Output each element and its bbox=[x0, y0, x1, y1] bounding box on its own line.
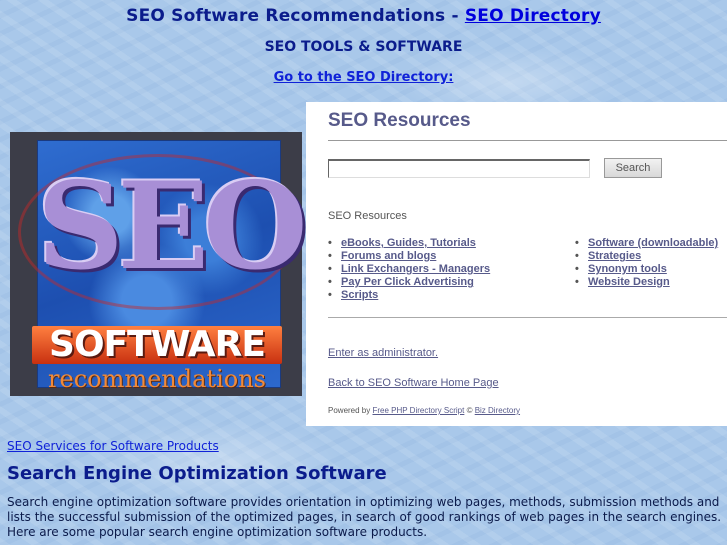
php-directory-script-link[interactable]: Free PHP Directory Script bbox=[372, 406, 464, 415]
list-item: Scripts bbox=[328, 289, 490, 302]
logo-software-text: SOFTWARE bbox=[49, 324, 266, 365]
site-title: SEO Software Recommendations - SEO Direc… bbox=[0, 6, 727, 26]
powered-prefix: Powered by bbox=[328, 406, 373, 415]
list-item: Link Exchangers - Managers bbox=[328, 263, 490, 276]
logo-seo-text: SEO bbox=[37, 156, 308, 297]
list-item: Software (downloadable) bbox=[575, 237, 718, 250]
category-list-right: Software (downloadable) Strategies Synon… bbox=[575, 237, 718, 289]
powered-by: Powered by Free PHP Directory Script © B… bbox=[328, 406, 520, 415]
list-item: Synonym tools bbox=[575, 263, 718, 276]
category-list-left: eBooks, Guides, Tutorials Forums and blo… bbox=[328, 237, 490, 302]
category-link-forums[interactable]: Forums and blogs bbox=[341, 250, 436, 262]
services-link-container: SEO Services for Software Products bbox=[7, 439, 219, 453]
category-link-software[interactable]: Software (downloadable) bbox=[588, 237, 718, 249]
panel-divider-2 bbox=[328, 317, 727, 318]
list-item: Pay Per Click Advertising bbox=[328, 276, 490, 289]
list-item: Strategies bbox=[575, 250, 718, 263]
list-item: Website Design bbox=[575, 276, 718, 289]
section-heading: Search Engine Optimization Software bbox=[7, 463, 387, 484]
page-subtitle: SEO TOOLS & SOFTWARE bbox=[264, 39, 463, 55]
category-link-ppc[interactable]: Pay Per Click Advertising bbox=[341, 276, 474, 288]
list-item: eBooks, Guides, Tutorials bbox=[328, 237, 490, 250]
seo-resources-panel: SEO Resources Search SEO Resources eBook… bbox=[306, 102, 727, 426]
category-link-synonym-tools[interactable]: Synonym tools bbox=[588, 263, 667, 275]
search-input[interactable] bbox=[328, 159, 590, 178]
seo-software-logo: SEO SOFTWARE recommendations bbox=[10, 132, 308, 396]
home-link[interactable]: Back to SEO Software Home Page bbox=[328, 377, 499, 389]
admin-link[interactable]: Enter as administrator. bbox=[328, 347, 438, 359]
section-label: SEO Resources bbox=[328, 210, 407, 222]
seo-directory-link[interactable]: SEO Directory bbox=[465, 6, 601, 26]
goto-directory-link[interactable]: Go to the SEO Directory: bbox=[274, 70, 454, 85]
category-link-strategies[interactable]: Strategies bbox=[588, 250, 641, 262]
panel-divider bbox=[328, 140, 727, 141]
intro-paragraph: Search engine optimization software prov… bbox=[7, 495, 722, 539]
category-link-scripts[interactable]: Scripts bbox=[341, 289, 378, 301]
seo-services-link[interactable]: SEO Services for Software Products bbox=[7, 439, 219, 453]
search-button[interactable]: Search bbox=[604, 158, 662, 178]
category-link-website-design[interactable]: Website Design bbox=[588, 276, 670, 288]
site-title-text: SEO Software Recommendations - bbox=[126, 6, 465, 26]
biz-directory-link[interactable]: Biz Directory bbox=[475, 406, 520, 415]
admin-link-container: Enter as administrator. bbox=[328, 347, 438, 359]
category-link-ebooks[interactable]: eBooks, Guides, Tutorials bbox=[341, 237, 476, 249]
panel-title: SEO Resources bbox=[328, 110, 471, 131]
powered-separator: © bbox=[464, 406, 475, 415]
goto-directory-container: Go to the SEO Directory: bbox=[0, 70, 727, 85]
category-link-link-exchangers[interactable]: Link Exchangers - Managers bbox=[341, 263, 490, 275]
home-link-container: Back to SEO Software Home Page bbox=[328, 377, 499, 389]
list-item: Forums and blogs bbox=[328, 250, 490, 263]
logo-recommendations-text: recommendations bbox=[48, 365, 266, 393]
